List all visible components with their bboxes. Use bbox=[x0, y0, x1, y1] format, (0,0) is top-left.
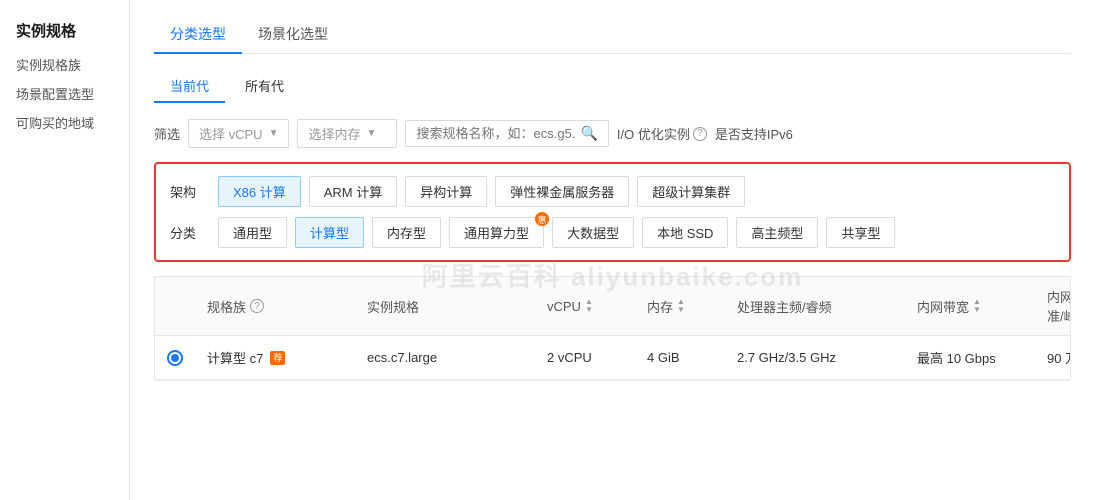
th-bandwidth: 内网带宽 ▲▼ bbox=[905, 277, 1035, 335]
category-btn-general-compute[interactable]: 通用算力型 惠 bbox=[449, 217, 544, 248]
vcpu-placeholder: 选择 vCPU bbox=[199, 124, 263, 143]
category-btn-general[interactable]: 通用型 bbox=[218, 217, 287, 248]
td-family: 计算型 c7 荐 bbox=[195, 336, 355, 379]
category-btn-bigdata[interactable]: 大数据型 bbox=[552, 217, 634, 248]
td-memory: 4 GiB bbox=[635, 336, 725, 379]
td-bandwidth: 最高 10 Gbps bbox=[905, 336, 1035, 379]
memory-sort-icon[interactable]: ▲▼ bbox=[677, 298, 685, 314]
badge-icon-infer: 惠 bbox=[535, 212, 549, 226]
bandwidth-sort-icon[interactable]: ▲▼ bbox=[973, 298, 981, 314]
sidebar-item-region[interactable]: 可购买的地域 bbox=[16, 113, 113, 132]
category-btn-compute[interactable]: 计算型 bbox=[295, 217, 364, 248]
arch-btn-hpc[interactable]: 超级计算集群 bbox=[637, 176, 745, 207]
tab-all-gen[interactable]: 所有代 bbox=[229, 70, 300, 103]
td-pps: 90 万 PPS bbox=[1035, 336, 1071, 379]
arch-btn-arm[interactable]: ARM 计算 bbox=[309, 176, 398, 207]
search-input[interactable] bbox=[416, 126, 576, 141]
tabs-top: 分类选型 场景化选型 bbox=[154, 16, 1071, 54]
ipv6-label: 是否支持IPv6 bbox=[715, 124, 793, 143]
search-box[interactable]: 🔍 bbox=[405, 120, 608, 147]
th-pps: 内网收发包 基准/峰 ▲▼ bbox=[1035, 277, 1071, 335]
family-badge: 荐 bbox=[270, 351, 285, 365]
th-freq: 处理器主频/睿频 bbox=[725, 277, 905, 335]
td-radio[interactable] bbox=[155, 336, 195, 379]
category-btn-shared[interactable]: 共享型 bbox=[826, 217, 895, 248]
memory-select[interactable]: 选择内存 ▼ bbox=[297, 119, 397, 148]
category-btn-group: 通用型 计算型 内存型 通用算力型 惠 大数据型 本地 SSD 高主频型 共享型 bbox=[218, 217, 895, 248]
tabs-gen: 当前代 所有代 bbox=[154, 70, 1071, 103]
vcpu-arrow-icon: ▼ bbox=[269, 128, 279, 139]
table-row[interactable]: 计算型 c7 荐 ecs.c7.large 2 vCPU 4 GiB 2.7 G… bbox=[155, 336, 1070, 380]
arch-btn-x86[interactable]: X86 计算 bbox=[218, 176, 301, 207]
th-select bbox=[155, 277, 195, 335]
vcpu-select[interactable]: 选择 vCPU ▼ bbox=[188, 119, 289, 148]
memory-placeholder: 选择内存 bbox=[308, 124, 360, 143]
main-content: 分类选型 场景化选型 当前代 所有代 筛选 选择 vCPU ▼ 选择内存 ▼ 🔍 bbox=[130, 0, 1095, 500]
table-header: 规格族 ? 实例规格 vCPU ▲▼ 内存 ▲▼ 处理器主频/睿频 内网带宽 ▲… bbox=[155, 277, 1070, 336]
td-freq: 2.7 GHz/3.5 GHz bbox=[725, 336, 905, 379]
arch-btn-bare-metal[interactable]: 弹性裸金属服务器 bbox=[495, 176, 629, 207]
memory-arrow-icon: ▼ bbox=[367, 128, 377, 139]
arch-btn-hetero[interactable]: 异构计算 bbox=[405, 176, 487, 207]
th-spec: 实例规格 bbox=[355, 277, 535, 335]
spec-table: 规格族 ? 实例规格 vCPU ▲▼ 内存 ▲▼ 处理器主频/睿频 内网带宽 ▲… bbox=[154, 276, 1071, 381]
sidebar-item-scene[interactable]: 场景配置选型 bbox=[16, 84, 113, 103]
sidebar-item-family[interactable]: 实例规格族 bbox=[16, 55, 113, 74]
io-label: I/O 优化实例 ? bbox=[617, 124, 707, 143]
filter-row: 筛选 选择 vCPU ▼ 选择内存 ▼ 🔍 I/O 优化实例 ? 是否支持IPv… bbox=[154, 119, 1071, 148]
row-radio-button[interactable] bbox=[167, 350, 183, 366]
td-vcpu: 2 vCPU bbox=[535, 336, 635, 379]
tab-classify[interactable]: 分类选型 bbox=[154, 16, 242, 54]
category-btn-memory[interactable]: 内存型 bbox=[372, 217, 441, 248]
category-btn-localssd[interactable]: 本地 SSD bbox=[642, 217, 728, 248]
tab-scene[interactable]: 场景化选型 bbox=[242, 16, 344, 54]
arch-category-section: 架构 X86 计算 ARM 计算 异构计算 弹性裸金属服务器 超级计算集群 分类… bbox=[154, 162, 1071, 262]
filter-label: 筛选 bbox=[154, 124, 180, 143]
td-spec: ecs.c7.large bbox=[355, 336, 535, 379]
sidebar-title: 实例规格 bbox=[16, 20, 113, 41]
sidebar: 实例规格 实例规格族 场景配置选型 可购买的地域 bbox=[0, 0, 130, 500]
arch-btn-group: X86 计算 ARM 计算 异构计算 弹性裸金属服务器 超级计算集群 bbox=[218, 176, 745, 207]
category-row: 分类 通用型 计算型 内存型 通用算力型 惠 大数据型 本地 SSD 高主频型 … bbox=[170, 217, 1055, 248]
th-vcpu: vCPU ▲▼ bbox=[535, 277, 635, 335]
io-info-icon[interactable]: ? bbox=[693, 127, 707, 141]
radio-inner bbox=[171, 354, 179, 362]
th-memory: 内存 ▲▼ bbox=[635, 277, 725, 335]
vcpu-sort-icon[interactable]: ▲▼ bbox=[585, 298, 593, 314]
family-info-icon[interactable]: ? bbox=[250, 299, 264, 313]
search-icon[interactable]: 🔍 bbox=[580, 125, 597, 142]
category-btn-highfreq[interactable]: 高主频型 bbox=[736, 217, 818, 248]
th-family: 规格族 ? bbox=[195, 277, 355, 335]
tab-current-gen[interactable]: 当前代 bbox=[154, 70, 225, 103]
arch-label: 架构 bbox=[170, 182, 206, 201]
category-label: 分类 bbox=[170, 223, 206, 242]
arch-row: 架构 X86 计算 ARM 计算 异构计算 弹性裸金属服务器 超级计算集群 bbox=[170, 176, 1055, 207]
